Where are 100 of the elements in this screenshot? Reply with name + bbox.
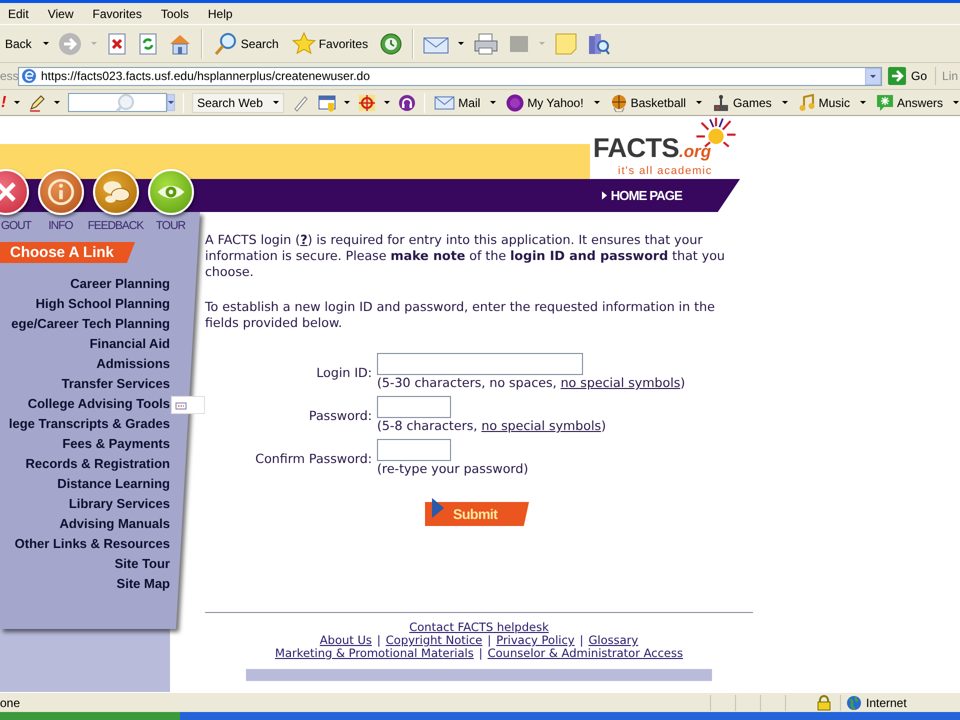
sidebar-link[interactable]: Financial Aid (90, 336, 170, 351)
refresh-icon[interactable] (136, 32, 159, 54)
triangle-icon (432, 498, 444, 518)
ball-icon (610, 94, 628, 112)
toolbar-item[interactable]: Games (710, 94, 789, 112)
menu-item[interactable]: Edit (2, 6, 35, 22)
caret-icon[interactable] (490, 101, 496, 104)
page-icon (21, 68, 37, 84)
sidebar-link[interactable]: High School Planning (36, 296, 170, 311)
input-field[interactable] (377, 353, 583, 375)
crosshair-icon[interactable] (358, 94, 376, 112)
address-field[interactable]: https://facts023.facts.usf.edu/hsplannerplus/createnewuser.do (18, 66, 882, 86)
input-field[interactable] (377, 396, 451, 418)
address-label: ess (0, 69, 16, 83)
sidebar-link[interactable]: Distance Learning (57, 476, 170, 491)
caret-icon[interactable] (42, 42, 49, 45)
search-field[interactable] (68, 93, 167, 112)
menu-item[interactable]: View (42, 6, 80, 22)
field-hint: (5-30 characters, no spaces, no special symbols) (377, 375, 686, 391)
sidebar-link[interactable]: Fees & Payments (62, 436, 170, 451)
home-page-link[interactable]: HOME PAGE (602, 188, 682, 203)
caret-icon[interactable] (458, 42, 464, 45)
footer-link[interactable]: Marketing & Promotional Materials (275, 647, 474, 660)
caret-icon[interactable] (272, 101, 279, 104)
caret-icon[interactable] (54, 101, 60, 104)
eraser-icon[interactable] (292, 94, 310, 112)
footer-link[interactable]: Counselor & Administrator Access (488, 647, 683, 660)
zone-label: Internet (866, 696, 907, 710)
caret-icon[interactable] (696, 101, 702, 104)
sidebar-link[interactable]: Records & Registration (26, 456, 170, 471)
search-button[interactable]: Search (212, 30, 281, 58)
sidebar-link[interactable]: ege/Career Tech Planning (11, 316, 170, 331)
menu-item[interactable]: Help (202, 6, 239, 22)
menu-item[interactable]: Favorites (86, 6, 148, 22)
toolbar-item[interactable]: My Yahoo! (505, 94, 601, 112)
sidebar-link[interactable]: lege Transcripts & Grades (8, 416, 170, 431)
menu-item[interactable]: Tools (154, 6, 195, 22)
sidebar-link[interactable]: Library Services (68, 496, 170, 511)
field-hint: (5-8 characters, no special symbols) (377, 418, 606, 434)
search-icon (214, 32, 238, 56)
stop-icon[interactable] (106, 32, 128, 54)
toolbar-item[interactable]: Basketball (608, 94, 703, 112)
input-field[interactable] (377, 439, 451, 461)
headphones-icon[interactable] (398, 94, 416, 112)
footer-link[interactable]: Contact FACTS helpdesk (409, 621, 549, 634)
footer-link[interactable]: Copyright Notice (386, 634, 482, 647)
speech-bubble-icon (876, 94, 894, 112)
research-icon[interactable] (587, 32, 612, 56)
caret-icon[interactable] (344, 101, 350, 104)
triangle-icon (602, 191, 607, 200)
back-button[interactable]: Back (3, 34, 34, 52)
printer-icon[interactable] (473, 32, 500, 56)
window-icon[interactable] (318, 94, 336, 112)
caret-icon[interactable] (860, 101, 866, 104)
search-web-button[interactable]: Search Web (192, 92, 284, 112)
special-symbols-link[interactable]: no special symbols (481, 418, 602, 433)
section-banner: Choose A Link (0, 242, 135, 263)
sidebar-link[interactable]: Site Tour (114, 556, 170, 571)
help-link[interactable]: ? (300, 232, 308, 247)
field-label: Password: (308, 407, 372, 423)
star-icon (292, 32, 316, 56)
pencil-icon[interactable] (28, 94, 46, 112)
logo-mark[interactable]: ! (1, 94, 6, 112)
favorites-button[interactable]: Favorites (290, 30, 370, 58)
caret-icon[interactable] (384, 101, 390, 104)
envelope-icon (434, 95, 456, 110)
field-label: Confirm Password: (254, 450, 372, 466)
sidebar-link[interactable]: Transfer Services (62, 376, 170, 391)
caret-icon[interactable] (14, 101, 20, 104)
sidebar-link[interactable]: Career Planning (70, 276, 170, 291)
field-label: Login ID: (315, 364, 372, 380)
separator: | (580, 634, 584, 647)
history-icon[interactable] (379, 32, 404, 56)
special-symbols-link[interactable]: no special symbols (560, 375, 680, 390)
toolbar-item[interactable]: Music (796, 94, 867, 112)
status-text: one (0, 696, 22, 710)
sidebar-link[interactable]: Site Map (116, 576, 170, 591)
caret-icon[interactable] (782, 101, 788, 104)
sidebar-link[interactable]: College Advising Tools (28, 396, 170, 411)
lock-icon (816, 694, 832, 710)
field-hint: (re-type your password) (377, 461, 528, 477)
dropdown-button[interactable] (865, 68, 881, 84)
separator: | (478, 647, 483, 660)
intro-paragraph: A FACTS login (?) is required for entry into this application. It ensures that your information is secure. Please make note of the login ID and password that you choose. (205, 232, 726, 280)
logo-text: FACTS.org (593, 135, 712, 165)
sidebar-link[interactable]: Other Links & Resources (14, 536, 170, 551)
separator: | (487, 634, 492, 647)
caret-icon[interactable] (594, 101, 600, 104)
popup-icon (171, 396, 205, 414)
footer-link[interactable]: Privacy Policy (496, 634, 575, 647)
toolbar-item[interactable]: Answers (874, 94, 960, 112)
toolbar-item[interactable]: Mail (433, 95, 498, 110)
sidebar-link[interactable]: Advising Manuals (59, 516, 170, 531)
separator: | (376, 634, 381, 647)
go-button[interactable]: Go (886, 67, 936, 85)
sidebar-link[interactable]: Admissions (96, 356, 170, 371)
footer-link[interactable]: Glossary (588, 634, 638, 647)
footer-link[interactable]: About Us (320, 634, 372, 647)
caret-icon[interactable] (953, 101, 959, 104)
joystick-icon (712, 94, 730, 112)
